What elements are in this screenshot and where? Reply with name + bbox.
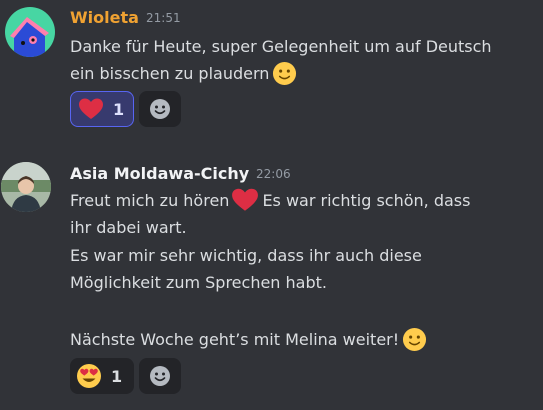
slightly-smiling-face-icon bbox=[273, 61, 297, 86]
slightly-smiling-face-icon bbox=[403, 327, 427, 352]
message-text-line: ein bisschen zu plaudern bbox=[70, 60, 297, 88]
avatar[interactable] bbox=[1, 162, 51, 212]
message-text: Möglichkeit zum Sprechen habt. bbox=[70, 273, 327, 292]
message-text-line: Danke für Heute, super Gelegenheit um au… bbox=[70, 33, 492, 61]
message-text: ein bisschen zu plaudern bbox=[70, 64, 270, 83]
message-text: Es war mir sehr wichtig, dass ihr auch d… bbox=[70, 246, 422, 265]
message-text: Es war richtig schön, dass bbox=[262, 191, 471, 210]
red-heart-icon bbox=[79, 98, 103, 119]
reaction-red-heart[interactable]: 1 bbox=[70, 91, 134, 127]
message-timestamp: 21:51 bbox=[146, 11, 181, 25]
message-author[interactable]: Wioleta bbox=[70, 8, 139, 28]
message-text: Nächste Woche geht’s mit Melina weiter! bbox=[70, 330, 400, 349]
message-text-line: Es war mir sehr wichtig, dass ihr auch d… bbox=[70, 242, 422, 270]
message-timestamp: 22:06 bbox=[256, 167, 291, 181]
message-text-line: Möglichkeit zum Sprechen habt. bbox=[70, 269, 327, 297]
reaction-heart-eyes[interactable]: 1 bbox=[70, 358, 134, 394]
message-text: ihr dabei wart. bbox=[70, 218, 187, 237]
message-text-line: Nächste Woche geht’s mit Melina weiter! bbox=[70, 326, 427, 354]
red-heart-icon bbox=[232, 188, 259, 211]
heart-eyes-face-icon bbox=[77, 364, 101, 388]
add-reaction-button[interactable] bbox=[139, 91, 181, 127]
chat-message-list: Wioleta 21:51 Danke für Heute, super Gel… bbox=[0, 0, 543, 410]
avatar[interactable] bbox=[5, 7, 55, 57]
message-text: Freut mich zu hören bbox=[70, 191, 230, 210]
message-author[interactable]: Asia Moldawa-Cichy bbox=[70, 164, 249, 184]
message-text-line: Freut mich zu hören Es war richtig schön,… bbox=[70, 187, 470, 215]
add-reaction-icon bbox=[150, 366, 170, 386]
add-reaction-button[interactable] bbox=[139, 358, 181, 394]
add-reaction-icon bbox=[150, 99, 170, 119]
reaction-count: 1 bbox=[113, 99, 125, 119]
reaction-count: 1 bbox=[111, 366, 123, 386]
message-text-line: ihr dabei wart. bbox=[70, 214, 187, 242]
message-text: Danke für Heute, super Gelegenheit um au… bbox=[70, 37, 492, 56]
